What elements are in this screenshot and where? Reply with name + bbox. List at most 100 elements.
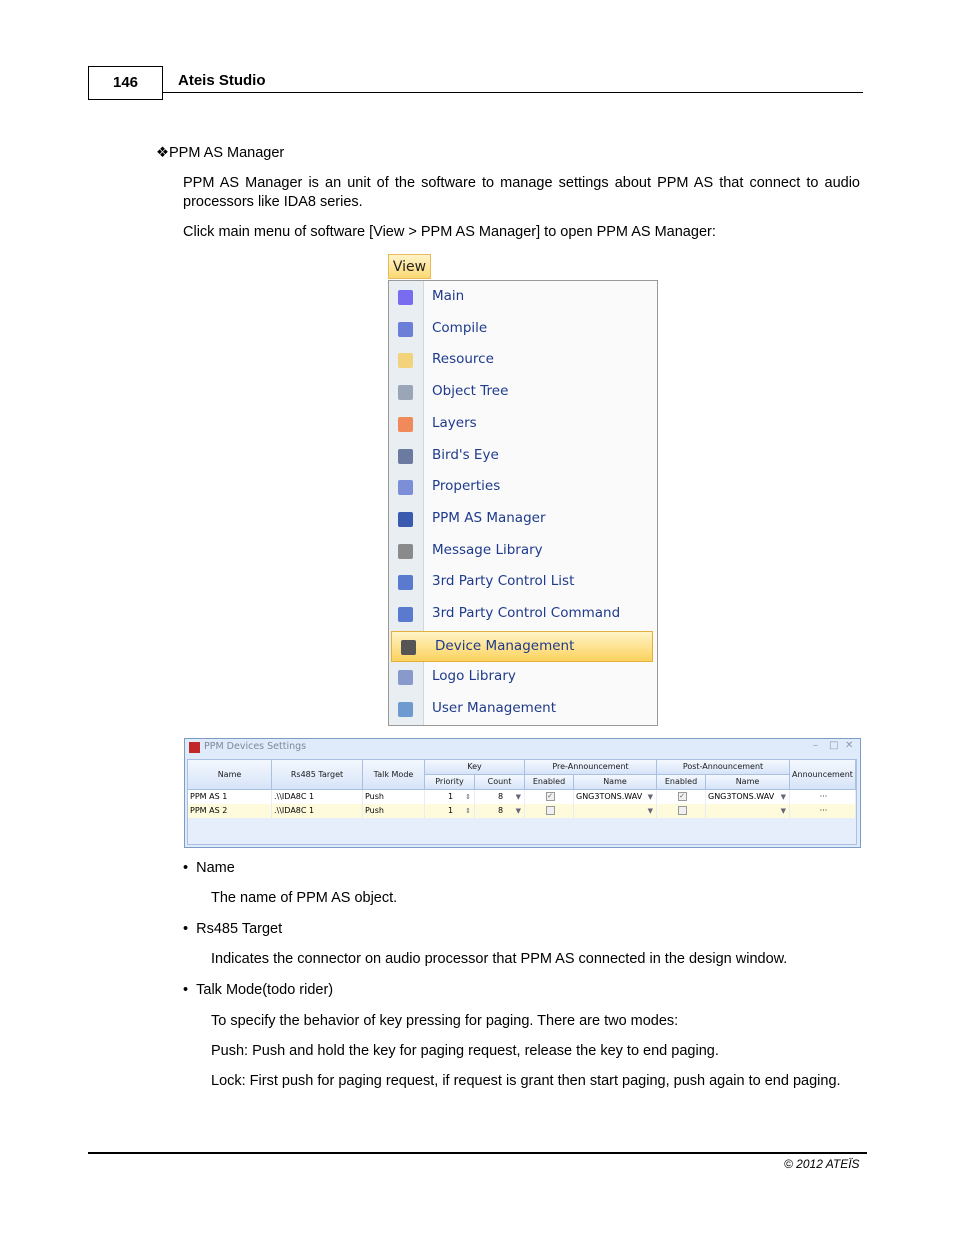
count-dropdown[interactable]: 8 ▼ bbox=[475, 804, 525, 818]
menu-item-logo-library[interactable]: Logo Library bbox=[389, 662, 657, 693]
device-management-icon bbox=[401, 639, 416, 655]
layers-icon bbox=[398, 416, 413, 432]
field-description: Indicates the connector on audio process… bbox=[211, 951, 788, 967]
spin-arrows-icon[interactable]: ⇕ bbox=[465, 790, 471, 804]
count-value: 8 bbox=[497, 792, 504, 801]
control-list-icon bbox=[398, 575, 413, 591]
cell-talk-mode[interactable]: Push bbox=[363, 790, 425, 804]
post-name-dropdown[interactable]: ▼ bbox=[706, 804, 790, 818]
menu-item-resource[interactable]: Resource bbox=[389, 345, 657, 376]
menu-item-compile[interactable]: Compile bbox=[389, 314, 657, 345]
column-group-pre-announcement: Pre-Announcement bbox=[525, 760, 657, 775]
column-header-talk-mode[interactable]: Talk Mode bbox=[363, 760, 425, 790]
post-name-dropdown[interactable]: GNG3TONS.WAV ▼ bbox=[706, 790, 790, 804]
column-header-priority[interactable]: Priority bbox=[425, 775, 475, 790]
menu-item-label: Layers bbox=[432, 414, 477, 431]
field-description: Lock: First push for paging request, if … bbox=[211, 1073, 841, 1089]
close-button[interactable]: ✕ bbox=[845, 740, 853, 751]
pre-enabled-checkbox[interactable]: ✓ bbox=[525, 790, 574, 804]
footer-divider bbox=[88, 1152, 867, 1154]
menu-item-user-management[interactable]: User Management bbox=[389, 694, 657, 725]
checkbox-icon[interactable] bbox=[677, 806, 687, 815]
chevron-down-icon[interactable]: ▼ bbox=[516, 804, 521, 818]
copyright: © 2012 ATEÏS bbox=[784, 1157, 860, 1171]
column-header-post-name[interactable]: Name bbox=[706, 775, 790, 790]
bullet: • bbox=[183, 982, 189, 998]
menu-item-label: PPM AS Manager bbox=[432, 509, 546, 526]
chevron-down-icon[interactable]: ▼ bbox=[516, 790, 521, 804]
user-icon bbox=[398, 702, 413, 718]
maximize-button[interactable]: □ bbox=[829, 740, 838, 751]
menu-item-3rd-party-control-list[interactable]: 3rd Party Control List bbox=[389, 567, 657, 598]
chevron-down-icon[interactable]: ▼ bbox=[648, 790, 653, 804]
column-header-pre-enabled[interactable]: Enabled bbox=[525, 775, 574, 790]
menu-item-label: 3rd Party Control List bbox=[432, 573, 575, 590]
field-title: Name bbox=[196, 860, 235, 876]
ppm-icon bbox=[398, 511, 413, 527]
chevron-down-icon[interactable]: ▼ bbox=[781, 804, 786, 818]
spin-arrows-icon[interactable]: ⇕ bbox=[465, 804, 471, 818]
chevron-down-icon[interactable]: ▼ bbox=[648, 804, 653, 818]
column-header-rs485-target[interactable]: Rs485 Target bbox=[272, 760, 363, 790]
checkbox-icon[interactable] bbox=[545, 806, 555, 815]
menu-item-label: 3rd Party Control Command bbox=[432, 605, 621, 621]
post-enabled-checkbox[interactable] bbox=[657, 804, 706, 818]
count-dropdown[interactable]: 8 ▼ bbox=[475, 790, 525, 804]
menu-item-message-library[interactable]: Message Library bbox=[389, 536, 657, 567]
logo-icon bbox=[398, 670, 413, 686]
priority-value: 1 bbox=[447, 792, 454, 801]
menu-item-label: Logo Library bbox=[432, 668, 516, 685]
menu-item-object-tree[interactable]: Object Tree bbox=[389, 377, 657, 408]
minimize-button[interactable]: – bbox=[813, 740, 818, 751]
menu-item-label: Message Library bbox=[432, 541, 543, 558]
instruction-paragraph: Click main menu of software [View > PPM … bbox=[183, 224, 716, 240]
menu-item-layers[interactable]: Layers bbox=[389, 409, 657, 440]
bullet: • bbox=[183, 860, 189, 876]
field-item: • Rs485 Target bbox=[183, 920, 282, 939]
cell-name[interactable]: PPM AS 1 bbox=[188, 790, 272, 804]
count-value: 8 bbox=[497, 806, 504, 815]
ppm-devices-settings-window: PPM Devices Settings – □ ✕ Name Rs485 Tar… bbox=[184, 738, 861, 848]
checkbox-icon[interactable]: ✓ bbox=[677, 792, 687, 801]
menu-item-3rd-party-control-command[interactable]: 3rd Party Control Command bbox=[389, 599, 657, 630]
cell-talk-mode[interactable]: Push bbox=[363, 804, 425, 818]
chevron-down-icon[interactable]: ▼ bbox=[781, 790, 786, 804]
menu-item-label: Resource bbox=[432, 351, 494, 368]
menu-item-bird-s-eye[interactable]: Bird's Eye bbox=[389, 441, 657, 472]
pre-enabled-checkbox[interactable] bbox=[525, 804, 574, 818]
column-header-announcement[interactable]: Announcement bbox=[790, 760, 856, 790]
cell-rs485-target[interactable]: .\\IDA8C 1 bbox=[272, 790, 363, 804]
view-menu-button[interactable]: View bbox=[388, 254, 431, 279]
pre-name-value: GNG3TONS.WAV bbox=[576, 792, 643, 801]
checkbox-icon[interactable]: ✓ bbox=[545, 792, 555, 801]
menu-item-ppm-as-manager[interactable]: PPM AS Manager bbox=[389, 504, 657, 535]
birds-eye-icon bbox=[398, 448, 413, 464]
column-header-name[interactable]: Name bbox=[188, 760, 272, 790]
priority-stepper[interactable]: 1 ⇕ bbox=[425, 790, 475, 804]
column-header-post-enabled[interactable]: Enabled bbox=[657, 775, 706, 790]
priority-stepper[interactable]: 1 ⇕ bbox=[425, 804, 475, 818]
menu-item-properties[interactable]: Properties bbox=[389, 472, 657, 503]
pre-name-dropdown[interactable]: ▼ bbox=[574, 804, 657, 818]
view-menu: Main Compile Resource Object Tree Layers Bird… bbox=[388, 280, 658, 726]
app-icon bbox=[189, 742, 200, 753]
announcement-ellipsis-button[interactable]: ··· bbox=[790, 790, 856, 804]
field-item: • Talk Mode(todo rider) bbox=[183, 981, 333, 1000]
menu-item-device-management[interactable]: Device Management bbox=[391, 630, 653, 662]
post-name-value: GNG3TONS.WAV bbox=[708, 792, 775, 801]
section-heading: ❖PPM AS Manager bbox=[156, 144, 284, 163]
cell-rs485-target[interactable]: .\\IDA8C 1 bbox=[272, 804, 363, 818]
music-icon bbox=[398, 543, 413, 559]
diamond-bullet-icon: ❖ bbox=[156, 145, 169, 161]
field-item: • Name bbox=[183, 859, 235, 878]
column-header-pre-name[interactable]: Name bbox=[574, 775, 657, 790]
menu-item-label: Properties bbox=[432, 478, 501, 495]
field-title: Rs485 Target bbox=[196, 921, 283, 937]
cell-name[interactable]: PPM AS 2 bbox=[188, 804, 272, 818]
post-enabled-checkbox[interactable]: ✓ bbox=[657, 790, 706, 804]
section-title: PPM AS Manager bbox=[169, 145, 285, 161]
column-header-count[interactable]: Count bbox=[475, 775, 525, 790]
pre-name-dropdown[interactable]: GNG3TONS.WAV ▼ bbox=[574, 790, 657, 804]
announcement-ellipsis-button[interactable]: ··· bbox=[790, 804, 856, 818]
menu-item-main[interactable]: Main bbox=[389, 282, 657, 313]
